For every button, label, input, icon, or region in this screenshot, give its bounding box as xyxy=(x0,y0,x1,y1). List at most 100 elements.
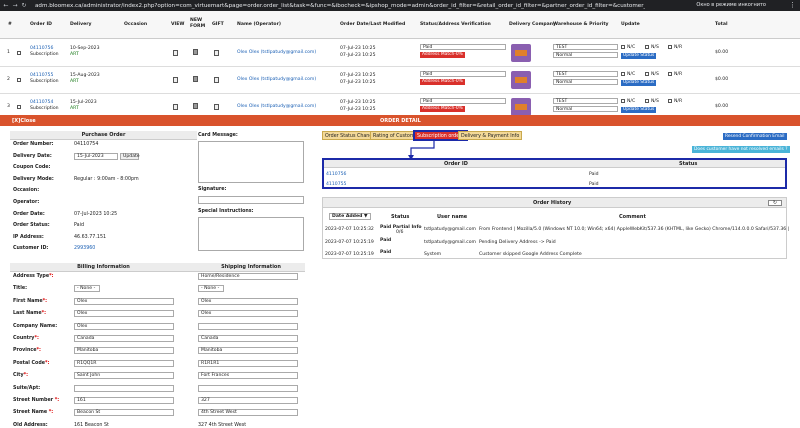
warehouse-select[interactable]: TEST xyxy=(553,71,618,77)
order-id-link[interactable]: 04110755 xyxy=(30,73,53,78)
row-checkbox[interactable] xyxy=(17,78,21,82)
view-icon[interactable] xyxy=(173,77,178,83)
order-id-link[interactable]: 04110756 xyxy=(30,46,53,51)
card-message-label: Card Message: xyxy=(198,133,238,138)
resend-confirmation-button[interactable]: Resend Confirmation Email xyxy=(723,133,787,140)
shipping-input[interactable]: - None - xyxy=(198,285,224,293)
billing-field-label: City*: xyxy=(13,373,29,379)
signature-field[interactable] xyxy=(198,196,304,204)
shipping-input[interactable]: Olex xyxy=(198,310,298,318)
subs-row-order-id[interactable]: 4110756 xyxy=(326,172,346,177)
shipping-input[interactable]: Canada xyxy=(198,335,298,342)
order-date: 07-Jul-23 10:25 xyxy=(340,100,376,105)
close-button[interactable]: [X]Close xyxy=(12,118,36,124)
new-form-icon[interactable] xyxy=(193,103,198,109)
shipping-input[interactable] xyxy=(198,384,298,392)
flag-checkbox[interactable] xyxy=(668,72,672,76)
reload-icon[interactable]: ↻ xyxy=(21,2,27,9)
billing-input[interactable]: 161 xyxy=(74,397,174,404)
new-form-icon[interactable] xyxy=(193,76,198,82)
forward-icon[interactable]: → xyxy=(12,2,18,9)
status-select[interactable]: Paid xyxy=(420,98,506,104)
col-delivery[interactable]: Delivery xyxy=(70,22,91,27)
special-instructions-field[interactable] xyxy=(198,217,304,251)
flag-checkbox[interactable] xyxy=(668,99,672,103)
shipping-input[interactable]: Olex xyxy=(198,297,298,305)
update-status-button[interactable]: Update Status xyxy=(621,107,657,113)
purchase-field-value: 04110754 xyxy=(74,142,99,147)
shipping-input[interactable]: 4th Street West xyxy=(198,409,298,417)
delivery-truck-icon[interactable] xyxy=(511,44,531,62)
refresh-icon[interactable]: ↻ xyxy=(768,200,782,206)
billing-input[interactable] xyxy=(74,384,174,392)
update-status-button[interactable]: Update Status xyxy=(621,53,657,59)
table-row: 2 04110755 Subscription 15-Aug-2023 ART Olex … xyxy=(0,67,800,94)
billing-input[interactable]: Olex xyxy=(74,322,174,330)
warehouse-select[interactable]: TEST xyxy=(553,44,618,50)
priority-select[interactable]: Normal xyxy=(553,106,618,112)
delivery-truck-icon[interactable] xyxy=(511,98,531,116)
flag-checkbox[interactable] xyxy=(645,45,649,49)
delivery-date: 10-Sep-2023 xyxy=(70,46,100,51)
operator-name[interactable]: Olex Olex (tstlpatudy@gmail.com) xyxy=(237,77,316,82)
billing-input[interactable]: Manitoba xyxy=(74,347,174,355)
flag-checkbox[interactable] xyxy=(645,72,649,76)
col-view: VIEW xyxy=(171,22,185,27)
order-id-link[interactable]: 04110754 xyxy=(30,100,53,105)
flag-checkbox[interactable] xyxy=(621,99,625,103)
billing-input[interactable]: Olex xyxy=(74,310,174,318)
shipping-input[interactable]: Fort Frances xyxy=(198,372,298,380)
billing-input[interactable]: Canada xyxy=(74,335,174,342)
shipping-input[interactable]: Manitoba xyxy=(198,347,298,355)
delivery-date-input[interactable]: 15-Jul-2023 xyxy=(74,152,118,160)
billing-input[interactable]: R1QQ1R xyxy=(74,359,174,367)
col-order-id[interactable]: Order ID xyxy=(30,22,52,27)
back-icon[interactable]: ← xyxy=(3,2,9,9)
subs-row-order-id[interactable]: 4110755 xyxy=(326,182,346,187)
priority-select[interactable]: Normal xyxy=(553,52,618,58)
shipping-input[interactable]: Home/Residence xyxy=(198,273,298,280)
shipping-input[interactable] xyxy=(198,322,298,330)
menu-icon[interactable]: ⋮ xyxy=(789,1,796,9)
row-checkbox[interactable] xyxy=(17,51,21,55)
warehouse-select[interactable]: TEST xyxy=(553,98,618,104)
unresolved-emails-button[interactable]: Does customer have not resolved emails ? xyxy=(692,146,790,153)
sort-date-added[interactable]: Date Added ▼ xyxy=(329,213,371,220)
flag-checkbox[interactable] xyxy=(621,72,625,76)
status-select[interactable]: Paid xyxy=(420,44,506,50)
col-order-date[interactable]: Order Date/Last Modified xyxy=(340,22,405,27)
card-message-field[interactable] xyxy=(198,141,304,183)
update-date-button[interactable]: Update xyxy=(120,152,140,160)
update-status-button[interactable]: Update Status xyxy=(621,80,657,86)
purchase-field-label: Delivery Mode: xyxy=(13,176,54,182)
purchase-field-label: Operator: xyxy=(13,200,40,205)
row-checkbox[interactable] xyxy=(17,105,21,109)
status-select[interactable]: Paid xyxy=(420,71,506,77)
delivery-truck-icon[interactable] xyxy=(511,71,531,89)
billing-input[interactable]: Saint John xyxy=(74,372,174,380)
flag-checkbox[interactable] xyxy=(668,45,672,49)
col-name[interactable]: Name (Operator) xyxy=(237,22,281,27)
billing-input[interactable]: Olex xyxy=(74,297,174,305)
flag-checkbox[interactable] xyxy=(645,99,649,103)
col-total: Total xyxy=(715,22,728,27)
billing-field-label: Last Name*: xyxy=(13,311,47,317)
operator-name[interactable]: Olex Olex (tstlpatudy@gmail.com) xyxy=(237,104,316,109)
view-icon[interactable] xyxy=(173,50,178,56)
gift-icon[interactable] xyxy=(214,104,219,110)
shipping-input[interactable]: R1R1R1 xyxy=(198,359,298,367)
billing-input[interactable]: - None - xyxy=(74,285,100,293)
priority-select[interactable]: Normal xyxy=(553,79,618,85)
tab-delivery-payment-info[interactable]: Delivery & Payment Info xyxy=(458,131,523,140)
address-bar[interactable]: adm.bloomex.ca/administrator/index2.php?… xyxy=(35,3,645,9)
gift-icon[interactable] xyxy=(214,50,219,56)
shipping-input[interactable]: 327 xyxy=(198,397,298,404)
billing-input[interactable]: Beacon St xyxy=(74,409,174,417)
purchase-field-value[interactable]: 2993960 xyxy=(74,246,95,251)
gift-icon[interactable] xyxy=(214,77,219,83)
new-form-icon[interactable] xyxy=(193,49,198,55)
view-icon[interactable] xyxy=(173,104,178,110)
flag-checkbox[interactable] xyxy=(621,45,625,49)
purchase-field-value: 46.63.77.151 xyxy=(74,234,107,240)
operator-name[interactable]: Olex Olex (tstlpatudy@gmail.com) xyxy=(237,50,316,55)
